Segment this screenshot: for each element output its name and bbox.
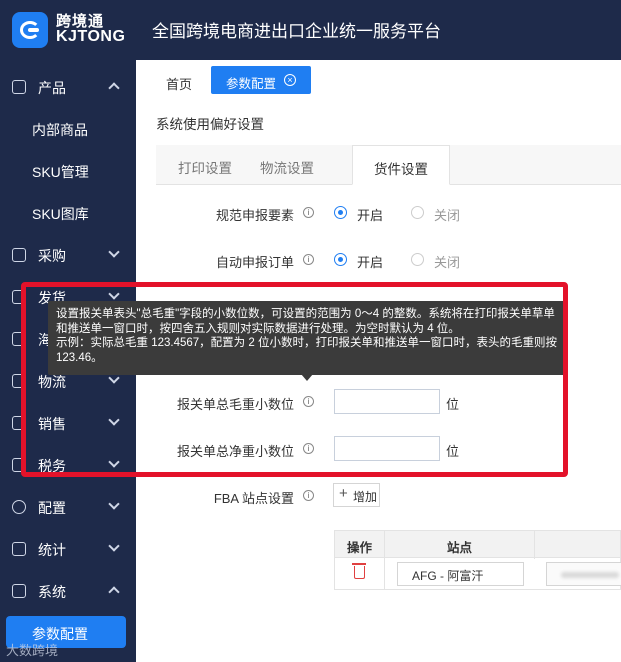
sidebar-item-config[interactable]: 配置 xyxy=(0,486,136,528)
chevron-down-icon xyxy=(108,540,120,552)
sidebar-item-label: 产品 xyxy=(38,80,66,96)
tab-param-config[interactable]: 参数配置 × xyxy=(211,66,311,94)
blurred-field[interactable] xyxy=(546,562,621,586)
platform-title: 全国跨境电商进出口企业统一服务平台 xyxy=(152,22,441,41)
sidebar-item-label: SKU管理 xyxy=(32,164,89,180)
highlight-box xyxy=(21,282,568,477)
fba-site-settings-label: FBA 站点设置 xyxy=(213,491,294,506)
sidebar-item-sku-gallery[interactable]: SKU图库 xyxy=(0,192,136,234)
actions-cell xyxy=(335,558,385,589)
plus-icon: + xyxy=(339,485,348,502)
sidebar-item-statistics[interactable]: 统计 xyxy=(0,528,136,570)
auto-declare-on-radio[interactable] xyxy=(334,253,347,266)
sidebar-item-sku-management[interactable]: SKU管理 xyxy=(0,150,136,192)
sidebar-item-label: 配置 xyxy=(38,500,66,516)
radio-label: 开启 xyxy=(357,255,384,270)
settings-subtabs: 打印设置 物流设置 货件设置 xyxy=(156,145,621,185)
sidebar-item-label: SKU图库 xyxy=(32,206,89,222)
add-site-button[interactable]: + 增加 xyxy=(333,483,380,507)
site-select[interactable]: AFG - 阿富汗 xyxy=(397,562,524,586)
page-tab-bar: 首页 参数配置 × xyxy=(136,60,621,100)
cart-icon xyxy=(12,248,26,262)
cube-icon xyxy=(12,542,26,556)
info-icon[interactable]: i xyxy=(303,254,314,265)
watermark: 大数跨境 xyxy=(6,643,59,658)
sidebar-item-label: 内部商品 xyxy=(32,122,88,138)
info-icon[interactable]: i xyxy=(303,490,314,501)
column-header-actions: 操作 xyxy=(335,531,385,559)
box-icon xyxy=(12,80,26,94)
sidebar-item-system[interactable]: 系统 xyxy=(0,570,136,612)
gear-icon xyxy=(12,500,26,514)
sidebar-item-label: 采购 xyxy=(38,248,66,264)
declare-elements-on-radio[interactable] xyxy=(334,206,347,219)
auto-declare-label: 自动申报订单 xyxy=(215,255,294,270)
info-icon[interactable]: i xyxy=(303,207,314,218)
sidebar-item-internal-products[interactable]: 内部商品 xyxy=(0,108,136,150)
sidebar-item-label: 系统 xyxy=(38,584,66,600)
radio-label: 开启 xyxy=(357,208,384,223)
table-row: AFG - 阿富汗 xyxy=(334,558,621,590)
tab-home[interactable]: 首页 xyxy=(166,74,192,93)
auto-declare-off-radio[interactable] xyxy=(411,253,424,266)
sidebar-item-product[interactable]: 产品 xyxy=(0,66,136,108)
chevron-up-icon xyxy=(108,586,120,598)
subtab-print[interactable]: 打印设置 xyxy=(178,145,232,185)
chevron-up-icon xyxy=(108,82,120,94)
monitor-icon xyxy=(12,584,26,598)
radio-label: 关闭 xyxy=(434,208,461,223)
declare-elements-off-radio[interactable] xyxy=(411,206,424,219)
chevron-down-icon xyxy=(108,498,120,510)
top-header: 跨境通 KJTONG 全国跨境电商进出口企业统一服务平台 xyxy=(0,0,621,60)
trash-icon[interactable] xyxy=(352,563,366,579)
sidebar-item-purchase[interactable]: 采购 xyxy=(0,234,136,276)
fba-sites-table-header: 操作 站点 xyxy=(334,530,621,559)
sidebar-item-label: 统计 xyxy=(38,542,66,558)
logo-en-text: KJTONG xyxy=(56,28,126,45)
button-label: 增加 xyxy=(353,490,378,504)
section-title: 系统使用偏好设置 xyxy=(156,117,264,132)
chevron-down-icon xyxy=(108,246,120,258)
tab-label: 参数配置 xyxy=(226,77,277,91)
close-icon[interactable]: × xyxy=(284,74,296,86)
column-header-site: 站点 xyxy=(385,531,535,559)
radio-label: 关闭 xyxy=(434,255,461,270)
subtab-logistics[interactable]: 物流设置 xyxy=(260,145,314,185)
subtab-shipment[interactable]: 货件设置 xyxy=(352,145,450,185)
declare-elements-label: 规范申报要素 xyxy=(215,208,294,223)
kjtong-logo-icon[interactable] xyxy=(12,12,48,48)
